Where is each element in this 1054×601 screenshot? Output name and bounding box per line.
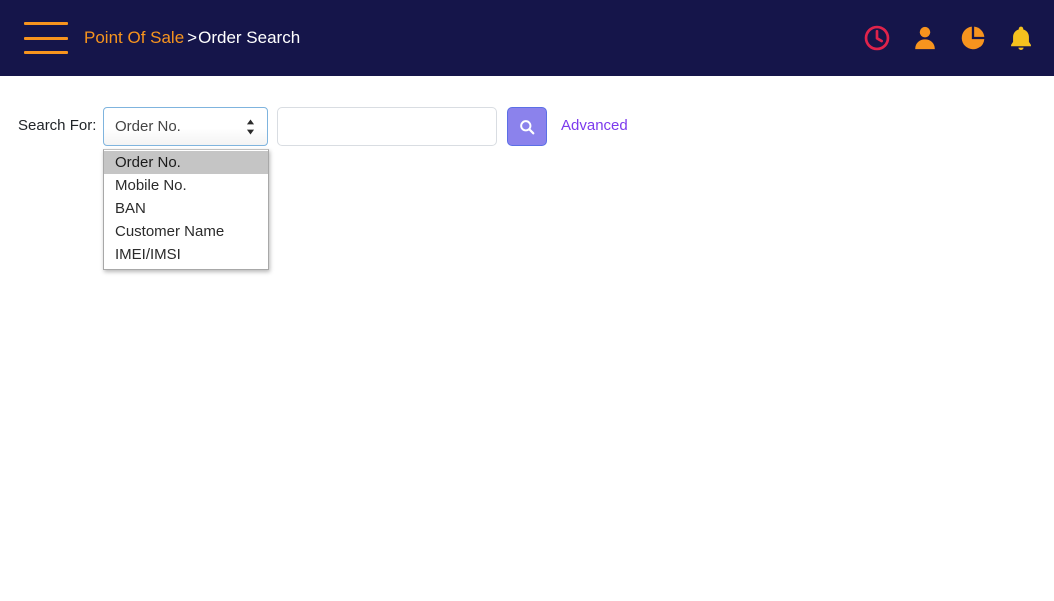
- search-type-selected-value: Order No.: [115, 118, 181, 135]
- search-type-select-wrapper: Order No.: [103, 107, 268, 146]
- search-toolbar: Search For: Order No. Order No. Mobile N…: [0, 106, 1054, 270]
- breadcrumb-root-link[interactable]: Point Of Sale: [84, 28, 184, 47]
- clock-icon[interactable]: [862, 23, 892, 53]
- dropdown-option-imei-imsi[interactable]: IMEI/IMSI: [104, 243, 268, 266]
- top-header-bar: Point Of Sale >Order Search: [0, 0, 1054, 76]
- search-for-label: Search For:: [18, 117, 97, 134]
- bell-icon[interactable]: [1006, 23, 1036, 53]
- breadcrumb-separator: >: [187, 28, 198, 47]
- pie-chart-icon[interactable]: [958, 23, 988, 53]
- search-type-dropdown-list[interactable]: Order No. Mobile No. BAN Customer Name I…: [103, 149, 269, 270]
- user-icon[interactable]: [910, 23, 940, 53]
- search-button[interactable]: [507, 107, 547, 146]
- dropdown-option-mobile-no[interactable]: Mobile No.: [104, 174, 268, 197]
- hamburger-menu-icon[interactable]: [24, 22, 68, 54]
- dropdown-option-customer-name[interactable]: Customer Name: [104, 220, 268, 243]
- hamburger-line-3: [24, 51, 68, 54]
- search-type-select[interactable]: Order No.: [103, 107, 268, 146]
- chevron-updown-icon: [246, 119, 255, 135]
- search-icon: [520, 119, 535, 134]
- hamburger-line-1: [24, 22, 68, 25]
- search-term-input[interactable]: [277, 107, 497, 146]
- advanced-search-link[interactable]: Advanced: [561, 116, 628, 136]
- dropdown-option-ban[interactable]: BAN: [104, 197, 268, 220]
- dropdown-option-order-no[interactable]: Order No.: [104, 151, 268, 174]
- header-icon-group: [862, 0, 1036, 76]
- breadcrumb-current-page: Order Search: [198, 28, 301, 47]
- hamburger-line-2: [24, 36, 68, 40]
- breadcrumb: Point Of Sale >Order Search: [84, 26, 300, 50]
